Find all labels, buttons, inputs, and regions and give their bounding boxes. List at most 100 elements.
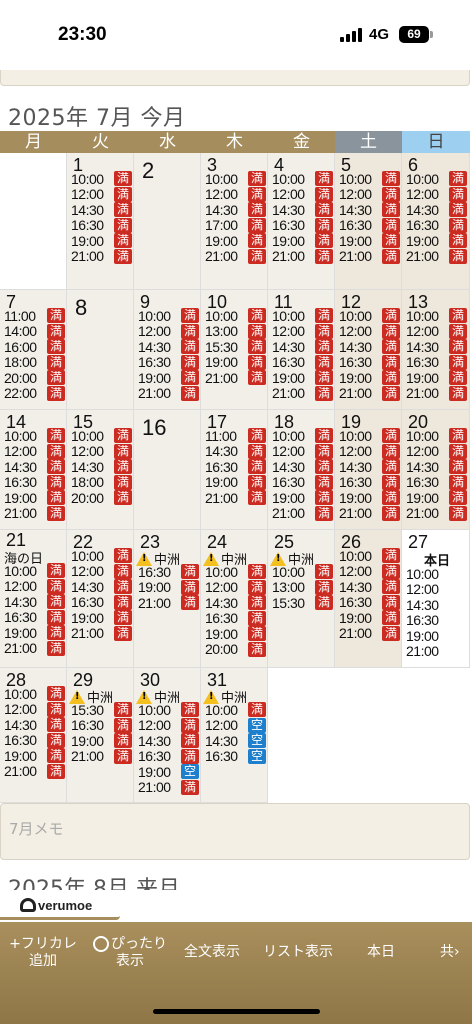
time-slot[interactable]: 21:00 満 (71, 625, 132, 641)
time-slot[interactable]: 16:30 満 (406, 474, 467, 490)
time-slot[interactable]: 21:00 満 (138, 779, 199, 795)
time-slot[interactable]: 12:00 満 (406, 186, 467, 202)
time-slot[interactable]: 16:30 満 (138, 748, 199, 764)
time-slot[interactable]: 10:00 満 (205, 308, 266, 324)
time-slot[interactable]: 16:00 満 (4, 339, 65, 355)
time-slot[interactable]: 14:30 満 (272, 202, 333, 218)
time-slot[interactable]: 21:00 満 (339, 625, 400, 641)
fit-view-button[interactable]: ぴったり 表示 (88, 936, 172, 970)
time-slot[interactable]: 16:30 満 (4, 732, 65, 748)
time-slot[interactable]: 16:30 満 (138, 354, 199, 370)
time-slot[interactable]: 21:00 満 (138, 385, 199, 401)
time-slot[interactable]: 19:00 満 (339, 490, 400, 506)
time-slot[interactable]: 16:30 満 (272, 354, 333, 370)
time-slot[interactable]: 21:00 満 (4, 763, 65, 779)
time-slot[interactable]: 10:00 満 (406, 171, 467, 187)
time-slot[interactable]: 19:00 満 (406, 370, 467, 386)
time-slot[interactable]: 10:00 満 (138, 702, 199, 718)
time-slot[interactable]: 19:00 満 (4, 748, 65, 764)
day-cell[interactable]: 13 10:00 満 12:00 満 14:30 満 16:30 満 19:00 満 21:00 満 (402, 290, 470, 410)
time-slot[interactable]: 12:00 満 (406, 323, 467, 339)
time-slot[interactable]: 14:30 満 (4, 717, 65, 733)
day-cell[interactable]: 25中洲10:00満13:00満15:30満 (268, 530, 335, 668)
add-calendar-button[interactable]: +フリカレ 追加 (4, 936, 82, 970)
time-slot[interactable]: 21:00 満 (4, 505, 65, 521)
time-slot[interactable]: 12:00 満 (71, 563, 132, 579)
time-slot[interactable]: 14:30 満 (138, 339, 199, 355)
time-slot[interactable]: 16:30 満 (406, 354, 467, 370)
time-slot[interactable]: 20:00 満 (4, 370, 65, 386)
time-slot[interactable]: 17:00 満 (205, 217, 266, 233)
time-slot[interactable]: 10:00 満 (205, 171, 266, 187)
time-slot[interactable]: 16:30 満 (205, 610, 266, 626)
day-cell[interactable]: 26 10:00 満 12:00 満 14:30 満 16:30 満 19:00 満 21:00 満 (335, 530, 402, 668)
time-slot[interactable]: 19:00 満 (272, 490, 333, 506)
time-slot[interactable]: 12:00 満 (4, 701, 65, 717)
time-slot[interactable]: 13:00 満 (272, 579, 333, 595)
time-slot[interactable]: 21:00 満 (339, 248, 400, 264)
time-slot[interactable]: 13:00 満 (205, 323, 266, 339)
time-slot[interactable]: 14:00 満 (4, 323, 65, 339)
time-slot[interactable]: 12:00 満 (71, 443, 132, 459)
brand-tag[interactable]: verumoe (0, 892, 120, 920)
time-slot[interactable]: 19:00 満 (205, 474, 266, 490)
time-slot[interactable]: 14:30 (406, 597, 450, 613)
time-slot[interactable]: 19:00 満 (406, 490, 467, 506)
time-slot[interactable]: 12:00 満 (272, 186, 333, 202)
time-slot[interactable]: 21:00 満 (138, 595, 199, 611)
time-slot[interactable]: 10:00 満 (272, 428, 333, 444)
time-slot[interactable]: 14:30 満 (406, 459, 467, 475)
time-slot[interactable]: 16:30 満 (4, 609, 65, 625)
time-slot[interactable]: 16:30 満 (71, 594, 132, 610)
time-slot[interactable]: 16:30 満 (138, 564, 199, 580)
time-slot[interactable]: 19:00 満 (272, 370, 333, 386)
time-slot[interactable]: 16:30 (406, 612, 450, 628)
day-cell[interactable]: 7 11:00 満 14:00 満 16:00 満 18:00 満 20:00 満 22:00 満 (0, 290, 67, 410)
time-slot[interactable]: 19:00 (406, 628, 450, 644)
time-slot[interactable]: 14:30 満 (4, 459, 65, 475)
time-slot[interactable]: 15:30 満 (205, 339, 266, 355)
time-slot[interactable]: 12:00 満 (4, 578, 65, 594)
day-cell[interactable]: 16 (134, 410, 201, 530)
time-slot[interactable]: 10:00 (406, 566, 450, 582)
day-cell[interactable]: 15 10:00 満 12:00 満 14:30 満 18:00 満 20:00 満 (67, 410, 134, 530)
time-slot[interactable]: 14:30 満 (71, 459, 132, 475)
time-slot[interactable]: 18:00 満 (4, 354, 65, 370)
time-slot[interactable]: 12:00 満 (406, 443, 467, 459)
time-slot[interactable]: 21:00 満 (4, 640, 65, 656)
month-memo[interactable]: 7月メモ (0, 803, 470, 860)
time-slot[interactable]: 16:30 満 (406, 217, 467, 233)
time-slot[interactable]: 10:00 満 (4, 428, 65, 444)
time-slot[interactable]: 11:00 満 (205, 428, 266, 444)
time-slot[interactable]: 19:00 満 (71, 733, 132, 749)
time-slot[interactable]: 12:00 満 (339, 563, 400, 579)
time-slot[interactable]: 12:00 満 (138, 717, 199, 733)
time-slot[interactable]: 10:00 満 (406, 308, 467, 324)
time-slot[interactable]: 10:00 満 (339, 548, 400, 564)
time-slot[interactable]: 21:00 満 (272, 248, 333, 264)
time-slot[interactable]: 16:30 満 (272, 217, 333, 233)
time-slot[interactable]: 14:30 満 (205, 443, 266, 459)
time-slot[interactable]: 14:30 満 (138, 733, 199, 749)
time-slot[interactable]: 21:00 満 (339, 385, 400, 401)
time-slot[interactable]: 19:00 満 (205, 354, 266, 370)
time-slot[interactable]: 19:00 満 (205, 233, 266, 249)
time-slot[interactable]: 19:00 満 (272, 233, 333, 249)
time-slot[interactable]: 14:30 満 (205, 595, 266, 611)
time-slot[interactable]: 14:30 満 (71, 579, 132, 595)
time-slot[interactable]: 10:00 満 (272, 171, 333, 187)
time-slot[interactable]: 14:30 満 (406, 339, 467, 355)
time-slot[interactable]: 21:00 満 (205, 490, 266, 506)
time-slot[interactable]: 10:00 満 (71, 428, 132, 444)
time-slot[interactable]: 10:00 満 (406, 428, 467, 444)
time-slot[interactable]: 19:00 満 (4, 490, 65, 506)
time-slot[interactable]: 10:00 満 (138, 308, 199, 324)
time-slot[interactable]: 19:00 満 (138, 579, 199, 595)
day-cell[interactable]: 30中洲10:00満12:00満14:30満16:30満19:00空21:00満 (134, 668, 201, 803)
day-cell[interactable]: 5 10:00 満 12:00 満 14:30 満 16:30 満 19:00 満 21:00 満 (335, 153, 402, 290)
time-slot[interactable]: 10:00 満 (272, 564, 333, 580)
time-slot[interactable]: 10:00 満 (339, 428, 400, 444)
time-slot[interactable]: 15:30 満 (272, 595, 333, 611)
time-slot[interactable]: 21:00 満 (406, 505, 467, 521)
time-slot[interactable]: 14:30 満 (71, 202, 132, 218)
